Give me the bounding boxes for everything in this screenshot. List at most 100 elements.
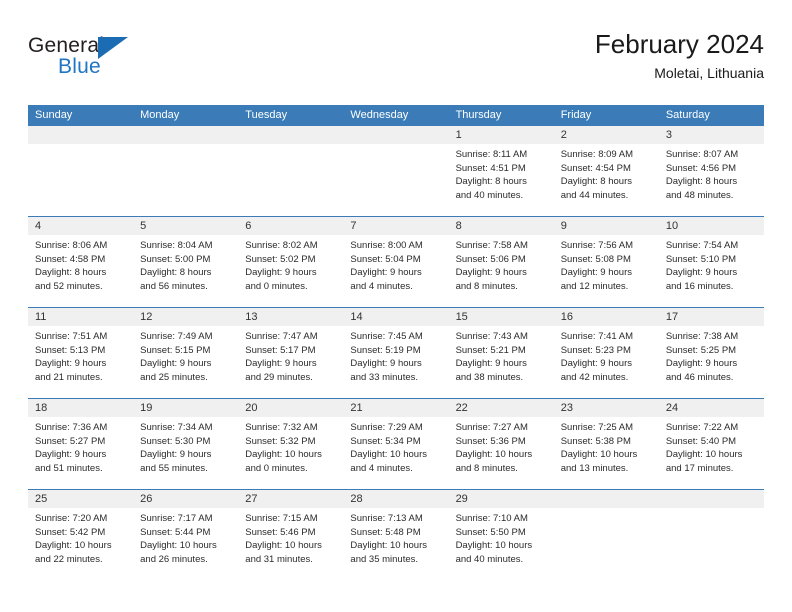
day-detail-line: Sunset: 5:40 PM: [665, 435, 737, 447]
calendar-day-cell[interactable]: 2 Sunrise: 8:09 AM Sunset: 4:54 PM Daylight…: [553, 126, 659, 217]
day-cell-content: 17 Sunrise: 7:38 AM Sunset: 5:25 PM Dayligh…: [658, 308, 764, 398]
day-number: 17: [658, 308, 764, 326]
day-detail-line: and 55 minutes.: [140, 462, 208, 474]
day-detail-line: Daylight: 10 hours: [140, 540, 217, 551]
day-number: 21: [343, 399, 449, 417]
calendar-day-cell[interactable]: 22 Sunrise: 7:27 AM Sunset: 5:36 PM Dayligh…: [448, 398, 554, 490]
weekday-header-sunday: Sunday: [28, 105, 134, 126]
day-sun-details: Sunrise: 7:43 AM Sunset: 5:21 PM Daylight:…: [449, 326, 554, 384]
day-detail-line: Daylight: 8 hours: [140, 267, 212, 278]
day-detail-line: and 0 minutes.: [245, 462, 308, 474]
day-detail-line: Daylight: 8 hours: [560, 176, 632, 187]
day-detail-line: Sunset: 4:56 PM: [665, 162, 737, 174]
title-block: February 2024 Moletai, Lithuania: [595, 28, 764, 83]
calendar-day-cell[interactable]: 15 Sunrise: 7:43 AM Sunset: 5:21 PM Dayligh…: [448, 307, 554, 399]
page-header: General Blue February 2024 Moletai, Lith…: [28, 28, 764, 94]
calendar-day-cell[interactable]: 28 Sunrise: 7:13 AM Sunset: 5:48 PM Dayligh…: [343, 489, 449, 580]
day-cell-content: [343, 126, 449, 216]
calendar-day-cell[interactable]: 20 Sunrise: 7:32 AM Sunset: 5:32 PM Dayligh…: [238, 398, 344, 490]
day-detail-line: Sunrise: 7:36 AM: [35, 422, 108, 433]
day-sun-details: Sunrise: 7:49 AM Sunset: 5:15 PM Daylight:…: [133, 326, 238, 384]
day-detail-line: and 46 minutes.: [665, 371, 734, 383]
calendar-day-cell-empty: [343, 126, 449, 217]
day-detail-line: Sunset: 5:50 PM: [455, 526, 526, 538]
day-detail-line: and 16 minutes.: [665, 280, 734, 292]
day-number: 4: [28, 217, 134, 235]
calendar-day-cell[interactable]: 16 Sunrise: 7:41 AM Sunset: 5:23 PM Dayligh…: [553, 307, 659, 399]
day-detail-line: Sunset: 5:25 PM: [665, 344, 737, 356]
day-sun-details: Sunrise: 7:17 AM Sunset: 5:44 PM Daylight:…: [133, 508, 238, 566]
calendar-day-cell[interactable]: 11 Sunrise: 7:51 AM Sunset: 5:13 PM Dayligh…: [28, 307, 134, 399]
calendar-day-cell[interactable]: 17 Sunrise: 7:38 AM Sunset: 5:25 PM Dayligh…: [658, 307, 764, 399]
calendar-day-cell[interactable]: 7 Sunrise: 8:00 AM Sunset: 5:04 PM Daylight…: [343, 216, 449, 308]
day-cell-content: 15 Sunrise: 7:43 AM Sunset: 5:21 PM Dayligh…: [448, 308, 554, 398]
day-detail-line: and 0 minutes.: [245, 280, 308, 292]
day-detail-line: Daylight: 10 hours: [350, 540, 427, 551]
day-detail-line: Daylight: 9 hours: [560, 267, 632, 278]
day-number: [343, 126, 449, 144]
day-cell-content: 21 Sunrise: 7:29 AM Sunset: 5:34 PM Dayligh…: [343, 399, 449, 489]
day-detail-line: Sunrise: 8:00 AM: [350, 240, 423, 251]
day-cell-content: 18 Sunrise: 7:36 AM Sunset: 5:27 PM Dayligh…: [28, 399, 134, 489]
day-cell-content: 23 Sunrise: 7:25 AM Sunset: 5:38 PM Dayligh…: [553, 399, 659, 489]
day-detail-line: and 4 minutes.: [350, 462, 413, 474]
day-detail-line: Daylight: 9 hours: [665, 358, 738, 369]
weekday-header-saturday: Saturday: [658, 105, 764, 126]
calendar-day-cell[interactable]: 13 Sunrise: 7:47 AM Sunset: 5:17 PM Dayligh…: [238, 307, 344, 399]
calendar-day-cell[interactable]: 5 Sunrise: 8:04 AM Sunset: 5:00 PM Daylight…: [133, 216, 239, 308]
calendar-day-cell[interactable]: 10 Sunrise: 7:54 AM Sunset: 5:10 PM Dayligh…: [658, 216, 764, 308]
day-detail-line: Sunrise: 8:09 AM: [560, 149, 634, 160]
calendar-week-row: 18 Sunrise: 7:36 AM Sunset: 5:27 PM Dayligh…: [28, 398, 764, 490]
day-number: 3: [658, 126, 764, 144]
calendar-day-cell[interactable]: 26 Sunrise: 7:17 AM Sunset: 5:44 PM Dayligh…: [133, 489, 239, 580]
day-detail-line: Daylight: 9 hours: [455, 267, 527, 278]
day-detail-line: Daylight: 9 hours: [140, 449, 212, 460]
calendar-week-row: 25 Sunrise: 7:20 AM Sunset: 5:42 PM Dayligh…: [28, 489, 764, 580]
day-detail-line: and 8 minutes.: [455, 280, 518, 292]
calendar-day-cell[interactable]: 19 Sunrise: 7:34 AM Sunset: 5:30 PM Dayligh…: [133, 398, 239, 490]
day-cell-content: 6 Sunrise: 8:02 AM Sunset: 5:02 PM Daylight…: [238, 217, 344, 307]
calendar-day-cell[interactable]: 14 Sunrise: 7:45 AM Sunset: 5:19 PM Dayligh…: [343, 307, 449, 399]
page-subtitle: Moletai, Lithuania: [654, 65, 764, 81]
calendar-day-cell[interactable]: 21 Sunrise: 7:29 AM Sunset: 5:34 PM Dayligh…: [343, 398, 449, 490]
day-sun-details: Sunrise: 7:15 AM Sunset: 5:46 PM Daylight:…: [238, 508, 343, 566]
day-detail-line: Sunrise: 7:45 AM: [350, 331, 423, 342]
day-detail-line: Sunset: 5:17 PM: [245, 344, 316, 356]
calendar-day-cell[interactable]: 9 Sunrise: 7:56 AM Sunset: 5:08 PM Daylight…: [553, 216, 659, 308]
day-detail-line: Daylight: 10 hours: [35, 540, 112, 551]
calendar-day-cell[interactable]: 4 Sunrise: 8:06 AM Sunset: 4:58 PM Daylight…: [28, 216, 134, 308]
day-sun-details: Sunrise: 8:00 AM Sunset: 5:04 PM Daylight:…: [343, 235, 448, 293]
day-detail-line: Sunset: 5:15 PM: [140, 344, 211, 356]
calendar-day-cell[interactable]: 29 Sunrise: 7:10 AM Sunset: 5:50 PM Dayligh…: [448, 489, 554, 580]
day-number: 9: [553, 217, 659, 235]
day-sun-details: Sunrise: 7:45 AM Sunset: 5:19 PM Daylight:…: [343, 326, 448, 384]
calendar-day-cell[interactable]: 23 Sunrise: 7:25 AM Sunset: 5:38 PM Dayligh…: [553, 398, 659, 490]
calendar-day-cell[interactable]: 6 Sunrise: 8:02 AM Sunset: 5:02 PM Daylight…: [238, 216, 344, 308]
calendar-day-cell[interactable]: 24 Sunrise: 7:22 AM Sunset: 5:40 PM Dayligh…: [658, 398, 764, 490]
day-number: [553, 490, 659, 508]
day-cell-content: 26 Sunrise: 7:17 AM Sunset: 5:44 PM Dayligh…: [133, 490, 239, 580]
day-detail-line: and 52 minutes.: [35, 280, 103, 292]
day-sun-details: Sunrise: 7:47 AM Sunset: 5:17 PM Daylight:…: [238, 326, 343, 384]
brand-logo[interactable]: General Blue: [28, 34, 228, 90]
day-cell-content: 25 Sunrise: 7:20 AM Sunset: 5:42 PM Dayligh…: [28, 490, 134, 580]
day-detail-line: and 40 minutes.: [455, 189, 524, 201]
day-number: 22: [448, 399, 554, 417]
day-sun-details: [133, 144, 238, 148]
day-detail-line: Daylight: 9 hours: [245, 358, 317, 369]
calendar-day-cell[interactable]: 8 Sunrise: 7:58 AM Sunset: 5:06 PM Daylight…: [448, 216, 554, 308]
day-detail-line: Sunset: 5:23 PM: [560, 344, 631, 356]
calendar-day-cell[interactable]: 3 Sunrise: 8:07 AM Sunset: 4:56 PM Daylight…: [658, 126, 764, 217]
calendar-day-cell[interactable]: 1 Sunrise: 8:11 AM Sunset: 4:51 PM Daylight…: [448, 126, 554, 217]
day-sun-details: Sunrise: 7:29 AM Sunset: 5:34 PM Daylight:…: [343, 417, 448, 475]
calendar-day-cell[interactable]: 18 Sunrise: 7:36 AM Sunset: 5:27 PM Dayligh…: [28, 398, 134, 490]
day-detail-line: Sunrise: 7:51 AM: [35, 331, 108, 342]
calendar-day-cell[interactable]: 25 Sunrise: 7:20 AM Sunset: 5:42 PM Dayligh…: [28, 489, 134, 580]
calendar-day-cell[interactable]: 27 Sunrise: 7:15 AM Sunset: 5:46 PM Dayligh…: [238, 489, 344, 580]
day-sun-details: Sunrise: 7:22 AM Sunset: 5:40 PM Daylight:…: [659, 417, 764, 475]
day-number: [28, 126, 134, 144]
day-number: [238, 126, 344, 144]
day-number: 5: [133, 217, 239, 235]
day-cell-content: 7 Sunrise: 8:00 AM Sunset: 5:04 PM Daylight…: [343, 217, 449, 307]
calendar-day-cell[interactable]: 12 Sunrise: 7:49 AM Sunset: 5:15 PM Dayligh…: [133, 307, 239, 399]
